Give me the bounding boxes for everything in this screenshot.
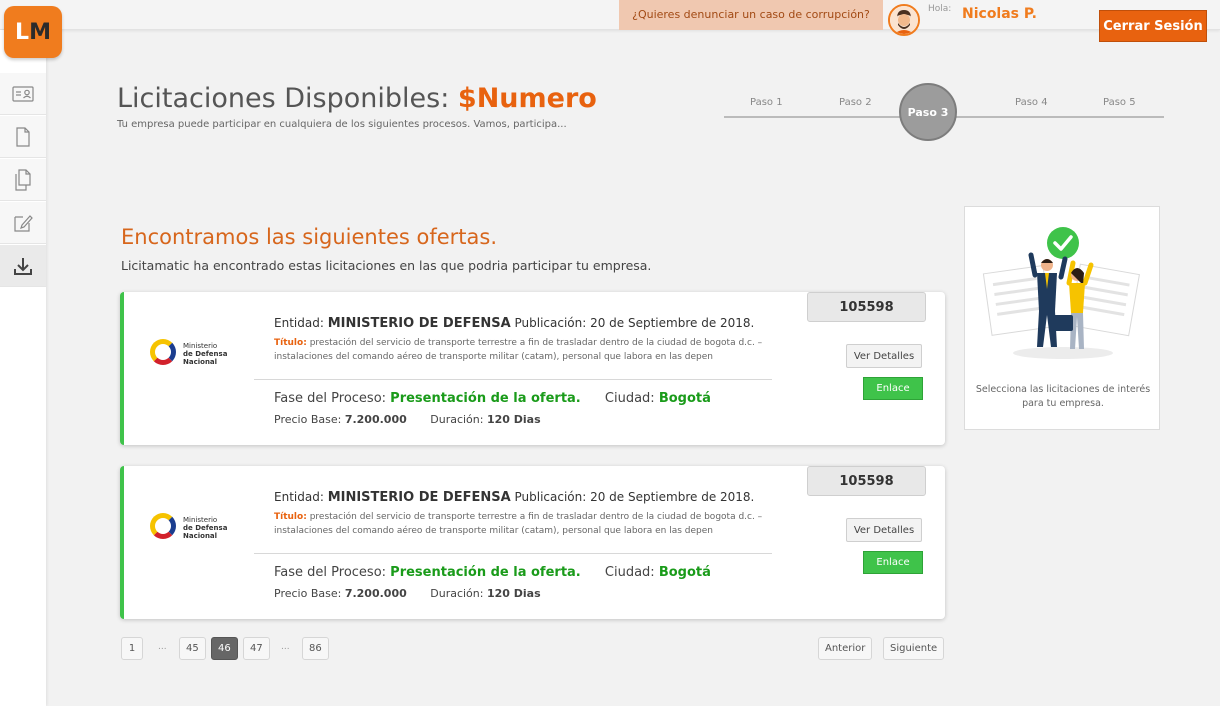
sidebar-item-copies[interactable]	[0, 159, 46, 201]
logout-button[interactable]: Cerrar Sesión	[1099, 10, 1207, 42]
pagination-ellipsis: ...	[281, 642, 290, 652]
app-logo[interactable]: LM	[4, 6, 62, 58]
greeting-label: Hola:	[928, 4, 952, 14]
document-icon	[16, 126, 30, 147]
step-3-active[interactable]: Paso 3	[899, 83, 957, 141]
page-button-47[interactable]: 47	[243, 637, 270, 660]
view-details-button[interactable]: Ver Detalles	[846, 518, 922, 542]
view-details-button[interactable]: Ver Detalles	[846, 344, 922, 368]
ministry-emblem-icon	[150, 513, 176, 539]
logo-letter-l: L	[15, 19, 30, 45]
previous-page-button[interactable]: Anterior	[818, 637, 873, 660]
user-avatar-icon	[890, 6, 918, 34]
step-5[interactable]: Paso 5	[1103, 97, 1136, 108]
team-success-illustration	[982, 227, 1140, 359]
report-corruption-link[interactable]: ¿Quieres denunciar un caso de corrupción…	[619, 0, 883, 30]
offer-title: Título: prestación del servicio de trans…	[274, 338, 763, 362]
offer-phase: Fase del Proceso: Presentación de la ofe…	[274, 565, 711, 580]
offers-title: Encontramos las siguientes ofertas.	[121, 225, 498, 249]
page-subtitle: Tu empresa puede participar en cualquier…	[117, 119, 567, 130]
offer-price: Precio Base: 7.200.000 Duración: 120 Dia…	[274, 413, 541, 426]
page-title-number: $Numero	[457, 83, 597, 114]
sidebar-item-profile[interactable]	[0, 73, 46, 115]
top-bar: ¿Quieres denunciar un caso de corrupción…	[0, 0, 1220, 36]
download-icon	[14, 257, 32, 275]
page-button-1[interactable]: 1	[121, 637, 143, 660]
offer-code: 105598	[807, 466, 926, 496]
sidebar-item-download[interactable]	[0, 245, 46, 287]
offer-entity: Entidad: MINISTERIO DE DEFENSA Publicaci…	[274, 316, 755, 331]
selection-help-panel: Selecciona las licitaciones de interés p…	[964, 206, 1160, 430]
panel-help-text: Selecciona las licitaciones de interés p…	[975, 384, 1151, 409]
offer-title: Título: prestación del servicio de trans…	[274, 512, 763, 536]
user-name[interactable]: Nicolas P.	[962, 6, 1037, 22]
link-button[interactable]: Enlace	[863, 551, 923, 574]
ministry-logo: Ministerio de Defensa Nacional	[150, 511, 240, 543]
ministry-logo-text: Ministerio de Defensa Nacional	[183, 516, 228, 540]
page-button-86[interactable]: 86	[302, 637, 329, 660]
step-4[interactable]: Paso 4	[1015, 97, 1048, 108]
offer-price: Precio Base: 7.200.000 Duración: 120 Dia…	[274, 587, 541, 600]
ministry-logo: Ministerio de Defensa Nacional	[150, 337, 240, 369]
offer-entity: Entidad: MINISTERIO DE DEFENSA Publicaci…	[274, 490, 755, 505]
card-divider	[254, 379, 772, 380]
ministry-logo-text: Ministerio de Defensa Nacional	[183, 342, 228, 366]
sidebar-item-edit[interactable]	[0, 202, 46, 244]
step-2[interactable]: Paso 2	[839, 97, 872, 108]
edit-icon	[14, 214, 33, 232]
copy-documents-icon	[15, 168, 31, 191]
offers-subtitle: Licitamatic ha encontrado estas licitaci…	[121, 258, 652, 273]
page-title: Licitaciones Disponibles: $Numero	[117, 83, 597, 114]
next-page-button[interactable]: Siguiente	[883, 637, 945, 660]
sidebar	[0, 30, 46, 706]
id-card-icon	[12, 85, 34, 102]
card-divider	[254, 553, 772, 554]
offer-card: Ministerio de Defensa Nacional Entidad: …	[120, 466, 945, 619]
logo-letter-m: M	[29, 19, 51, 45]
link-button[interactable]: Enlace	[863, 377, 923, 400]
avatar[interactable]	[888, 4, 920, 36]
step-1[interactable]: Paso 1	[750, 97, 783, 108]
ministry-emblem-icon	[150, 339, 176, 365]
sidebar-item-documents[interactable]	[0, 116, 46, 158]
page-button-45[interactable]: 45	[179, 637, 206, 660]
offer-phase: Fase del Proceso: Presentación de la ofe…	[274, 391, 711, 406]
offer-code: 105598	[807, 292, 926, 322]
pagination-ellipsis: ...	[158, 642, 167, 652]
page-title-text: Licitaciones Disponibles:	[117, 83, 450, 114]
offer-card: Ministerio de Defensa Nacional Entidad: …	[120, 292, 945, 445]
page-button-46-current[interactable]: 46	[211, 637, 238, 660]
